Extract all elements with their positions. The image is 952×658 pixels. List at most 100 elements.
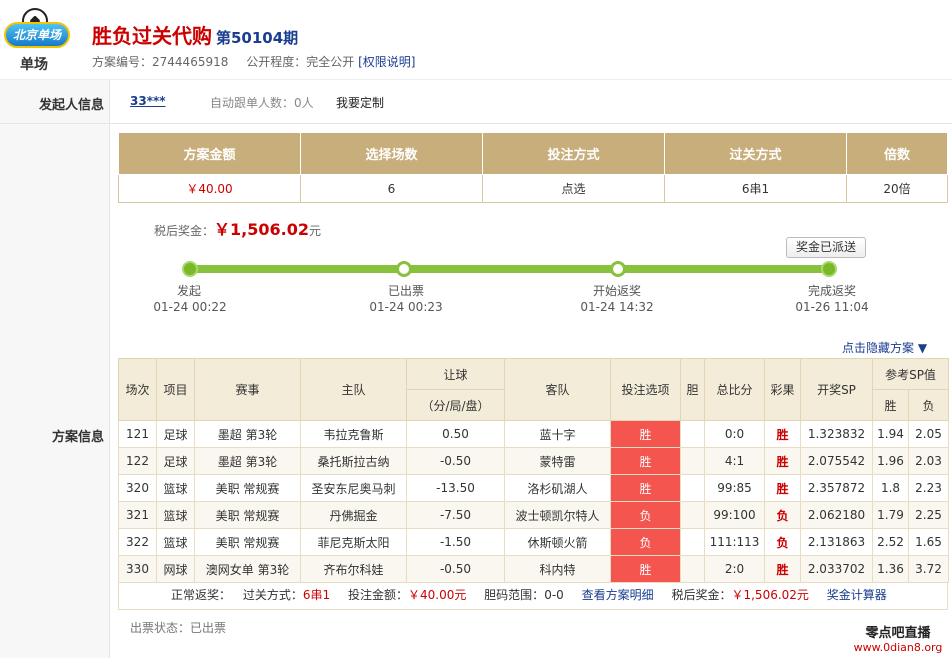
step-name: 开始返奖 [592,284,641,298]
brand-name: 零点吧直播 [865,626,931,641]
draw-sp: 1.323832 [800,420,873,448]
col-header-banker: 胆 [680,358,705,421]
bet-method: 点选 [482,174,665,203]
after-tax-amount: ￥1,506.02 [214,220,309,239]
draw-sp: 2.033702 [800,555,873,583]
summary-header: 方案金额 [118,132,301,175]
ref-sp-win: 1.8 [872,474,909,502]
step-time: 01-24 00:22 [153,300,227,314]
league: 墨超 第3轮 [194,447,301,475]
progress-track [190,265,830,273]
table-row: 121 足球 墨超 第3轮 韦拉克鲁斯 0.50 蓝十字 胜 0:0 胜 1.3… [118,420,950,448]
handicap: -0.50 [406,447,505,475]
initiator-label: 发起人信息 [38,98,104,113]
bet-pick: 胜 [610,420,681,448]
ticket-status: 出票状态：已出票 [130,621,227,635]
handicap: -7.50 [406,501,505,529]
col-header-home: 主队 [300,358,407,421]
progress-node-start [182,261,198,277]
home-team: 桑托斯拉古纳 [300,447,407,475]
banker [680,474,705,502]
auto-follow-count: 自动跟单人数：0人 [210,96,314,110]
match-count: 6 [300,174,483,203]
match-no: 321 [118,501,157,529]
summary-header: 过关方式 [664,132,847,175]
away-team: 洛杉矶湖人 [504,474,611,502]
step-name: 已出票 [387,284,424,298]
banker [680,501,705,529]
sport: 足球 [156,447,195,475]
custom-plan-link[interactable]: 我要定制 [336,94,384,111]
plan-info-label: 方案信息 [51,430,104,445]
table-row: 320 篮球 美职 常规赛 圣安东尼奥马刺 -13.50 洛杉矶湖人 胜 99:… [118,474,950,502]
match-no: 322 [118,528,157,556]
match-no: 330 [118,555,157,583]
prize-calculator-link[interactable]: 奖金计算器 [827,588,887,602]
match-result: 负 [764,528,801,556]
permission-link[interactable]: [权限说明] [358,55,415,69]
summary-header: 投注方式 [482,132,665,175]
period-number: 第50104期 [216,29,299,47]
footer-amount: 投注金额：￥40.00元 [348,588,466,602]
total-score: 0:0 [704,420,765,448]
sport: 篮球 [156,474,195,502]
total-score: 99:100 [704,501,765,529]
pass-value: 6串1 [302,588,331,602]
hide-plan-link[interactable]: 点击隐藏方案 ▼ [842,339,927,356]
footer-pass: 过关方式：6串1 [243,588,330,602]
col-header-handicap: 让球 [406,358,505,390]
banker-range-value: 0-0 [544,588,564,602]
plan-no-label: 方案编号： [92,55,153,69]
banker [680,420,705,448]
total-score: 99:85 [704,474,765,502]
col-header-away: 客队 [504,358,611,421]
league: 墨超 第3轮 [194,420,301,448]
step-name: 完成返奖 [807,284,856,298]
detail-header-row: 场次 项目 赛事 主队 让球 客队 投注选项 胆 总比分 彩果 开奖SP 参考S… [118,358,950,421]
table-row: 321 篮球 美职 常规赛 丹佛掘金 -7.50 波士顿凯尔特人 负 99:10… [118,501,950,529]
col-header-ref-sp: 参考SP值 [871,358,950,390]
progress-step: 开始返奖 01-24 14:32 [557,283,677,315]
page-header: 北京单场 单场 胜负过关代购 第50104期 方案编号：2744465918 公开… [0,0,952,80]
match-result: 负 [764,501,801,529]
footer-banker: 胆码范围：0-0 [484,588,564,602]
progress-step: 完成返奖 01-26 11:04 [772,283,892,315]
draw-sp: 2.075542 [800,447,873,475]
step-time: 01-24 00:23 [369,300,443,314]
total-score: 4:1 [704,447,765,475]
sport: 篮球 [156,501,195,529]
progress-node-return-start [610,261,626,277]
site-watermark: 零点吧直播 www.0dian8.org [848,622,948,654]
sport: 网球 [156,555,195,583]
initiator-user-link[interactable]: 33*** [130,94,166,108]
away-team: 波士顿凯尔特人 [504,501,611,529]
multiplier: 20倍 [846,174,948,203]
pass-method: 6串1 [664,174,847,203]
ref-sp-lose: 2.03 [907,447,950,475]
ref-sp-win: 1.36 [872,555,909,583]
away-team: 休斯顿火箭 [504,528,611,556]
league: 美职 常规赛 [194,528,301,556]
home-team: 丹佛掘金 [300,501,407,529]
ref-sp-lose: 2.25 [907,501,950,529]
bet-pick: 胜 [610,555,681,583]
handicap: -13.50 [406,474,505,502]
prize-sent-button[interactable]: 奖金已派送 [786,237,866,258]
table-row: 122 足球 墨超 第3轮 桑托斯拉古纳 -0.50 蒙特雷 胜 4:1 胜 2… [118,447,950,475]
view-plan-detail-link[interactable]: 查看方案明细 [582,588,654,602]
after-tax-prize: 税后奖金：￥1,506.02元 [154,216,321,240]
league: 美职 常规赛 [194,501,301,529]
title-text: 胜负过关代购 [92,24,212,48]
match-no: 121 [118,420,157,448]
match-result: 胜 [764,447,801,475]
summary-header: 选择场数 [300,132,483,175]
left-label-column [0,80,110,658]
banker [680,447,705,475]
col-header-league: 赛事 [194,358,301,421]
col-header-sport: 项目 [156,358,195,421]
progress-node-ticketed [396,261,412,277]
away-team: 蒙特雷 [504,447,611,475]
home-team: 齐布尔科娃 [300,555,407,583]
ref-sp-win: 1.79 [872,501,909,529]
pass-label: 过关方式： [242,588,303,602]
